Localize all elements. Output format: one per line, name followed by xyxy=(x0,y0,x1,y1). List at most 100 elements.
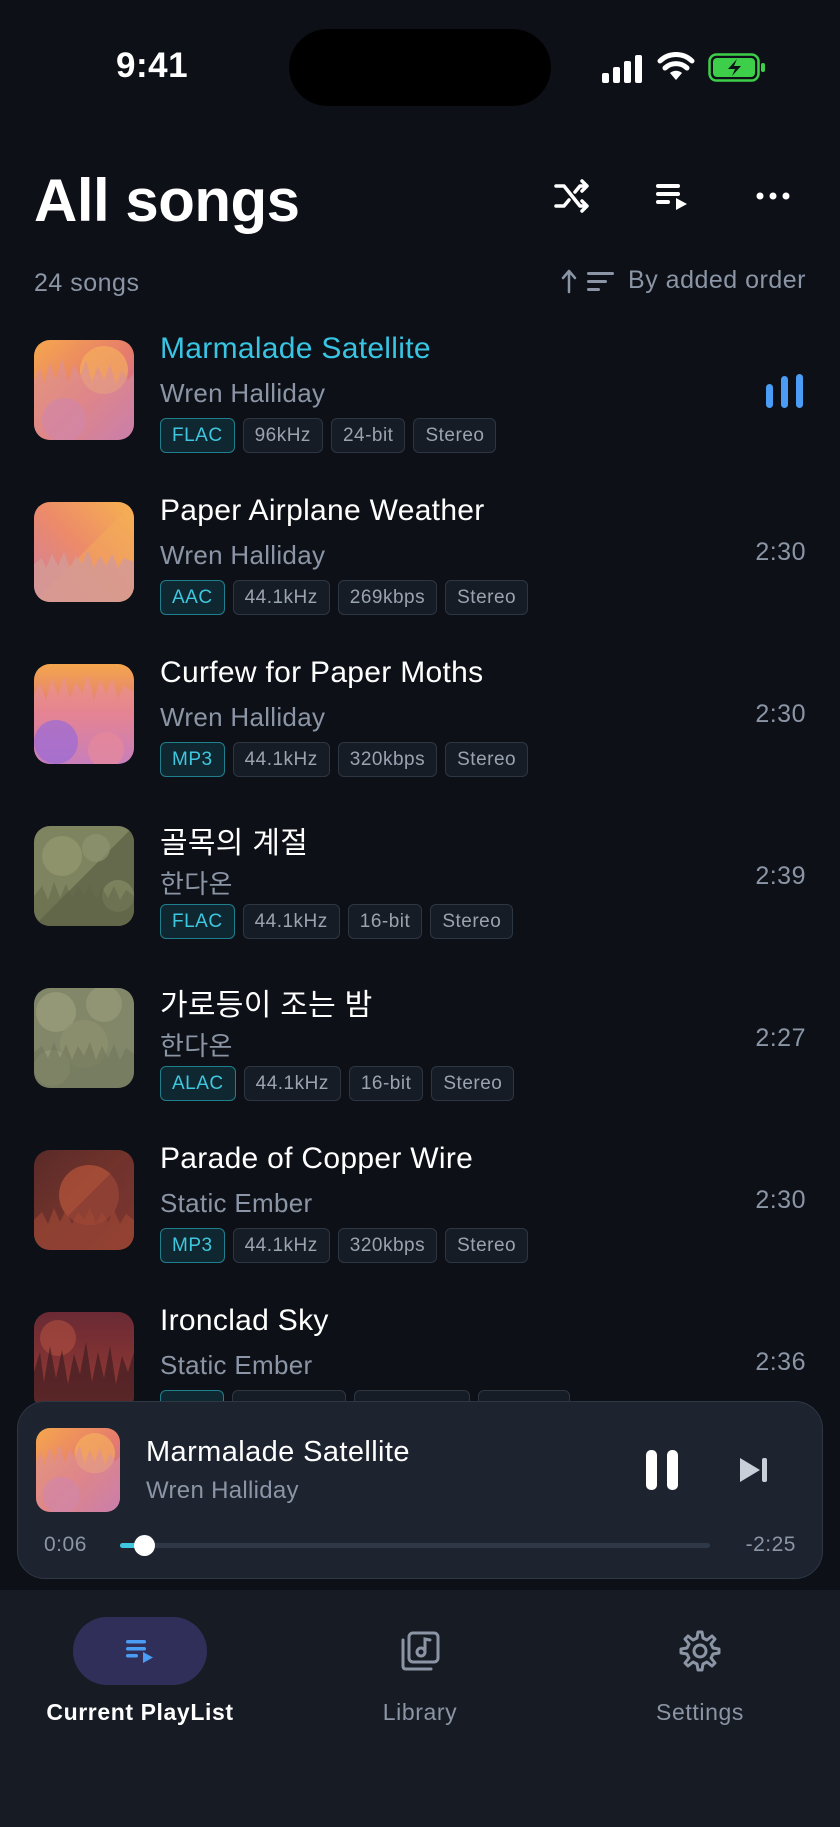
song-title: Curfew for Paper Moths xyxy=(160,656,484,689)
mini-player[interactable]: Marmalade Satellite Wren Halliday 0:06 -… xyxy=(17,1401,823,1579)
album-cover xyxy=(34,826,134,926)
bitrate-badge: 320kbps xyxy=(337,742,438,777)
song-artist: Wren Halliday xyxy=(160,702,326,732)
codec-badge: ALAC xyxy=(160,1066,236,1101)
settings-icon xyxy=(679,1630,721,1672)
format-badges: MP3 44.1kHz 320kbps Stereo xyxy=(160,1228,529,1263)
song-row[interactable]: 골목의 계절 한다온 FLAC 44.1kHz 16-bit Stereo 2:… xyxy=(0,808,840,970)
shuffle-icon xyxy=(554,179,589,213)
song-artist: 한다온 xyxy=(160,1031,233,1061)
song-duration: 2:39 xyxy=(755,862,806,890)
song-title: Paper Airplane Weather xyxy=(160,494,485,527)
format-badges: AAC 44.1kHz 269kbps Stereo xyxy=(160,580,529,615)
cellular-signal-icon xyxy=(602,55,642,83)
album-cover xyxy=(34,1312,134,1402)
song-row[interactable]: Parade of Copper Wire Static Ember MP3 4… xyxy=(0,1132,840,1294)
now-playing-title: Marmalade Satellite xyxy=(146,1436,410,1468)
codec-badge: MP3 xyxy=(160,1228,225,1263)
format-badges: MP3 44.1kHz 320kbps Stereo xyxy=(160,742,529,777)
song-row[interactable]: 가로등이 조는 밤 한다온 ALAC 44.1kHz 16-bit Stereo… xyxy=(0,970,840,1132)
album-cover xyxy=(34,340,134,440)
song-row[interactable]: Curfew for Paper Moths Wren Halliday MP3… xyxy=(0,646,840,808)
sort-button[interactable]: By added order xyxy=(560,266,806,295)
tab-label: Settings xyxy=(656,1699,744,1725)
tab-library[interactable]: Library xyxy=(280,1617,560,1737)
album-cover xyxy=(34,1150,134,1250)
tab-settings[interactable]: Settings xyxy=(560,1617,840,1737)
song-list: Marmalade Satellite Wren Halliday FLAC 9… xyxy=(0,322,840,1402)
song-artist: 한다온 xyxy=(160,869,233,899)
song-duration: 2:30 xyxy=(755,538,806,566)
format-badges: ALAC 44.1kHz 16-bit Stereo xyxy=(160,1066,515,1101)
queue-button[interactable] xyxy=(648,172,696,220)
sort-label: By added order xyxy=(628,266,806,294)
song-title: 가로등이 조는 밤 xyxy=(160,989,373,1022)
tab-bar: Current PlayList Library Settings xyxy=(0,1590,840,1827)
remaining-time: -2:25 xyxy=(745,1533,796,1556)
skip-next-icon[interactable] xyxy=(734,1450,774,1490)
channels-badge: Stereo xyxy=(413,418,497,453)
song-title: Parade of Copper Wire xyxy=(160,1142,474,1175)
album-cover xyxy=(34,664,134,764)
sample-rate-badge: 44.1kHz xyxy=(242,904,340,939)
album-cover xyxy=(34,988,134,1088)
sample-rate-badge: 44.1kHz xyxy=(232,742,330,777)
song-artist: Wren Halliday xyxy=(160,378,326,408)
song-title: 골목의 계절 xyxy=(160,827,309,860)
codec-badge: MP3 xyxy=(160,742,225,777)
sample-rate-badge: 96kHz xyxy=(242,418,323,453)
song-artist: Wren Halliday xyxy=(160,540,326,570)
tab-pill-active xyxy=(73,1617,207,1685)
channels-badge: Stereo xyxy=(445,742,529,777)
tab-label: Library xyxy=(382,1699,458,1725)
progress-thumb[interactable] xyxy=(133,1535,155,1556)
song-row[interactable]: Marmalade Satellite Wren Halliday FLAC 9… xyxy=(0,322,840,484)
song-row[interactable]: Ironclad Sky Static Ember 2:36 xyxy=(0,1294,840,1402)
song-artist: Static Ember xyxy=(160,1350,313,1380)
codec-badge: FLAC xyxy=(160,418,235,453)
bit-depth-badge: 24-bit xyxy=(330,418,406,453)
album-cover xyxy=(34,502,134,602)
tab-label: Current PlayList xyxy=(46,1699,234,1725)
library-icon xyxy=(401,1631,440,1671)
song-duration: 2:36 xyxy=(755,1348,806,1376)
codec-badge: FLAC xyxy=(160,904,235,939)
bit-depth-badge: 16-bit xyxy=(347,904,423,939)
channels-badge: Stereo xyxy=(445,1228,529,1263)
status-time: 9:41 xyxy=(116,46,189,85)
sort-ascending-icon xyxy=(561,269,615,293)
channels-badge: Stereo xyxy=(431,1066,515,1101)
shuffle-button[interactable] xyxy=(548,172,596,220)
format-badges: FLAC 96kHz 24-bit Stereo xyxy=(160,418,497,453)
tab-current-playlist[interactable]: Current PlayList xyxy=(0,1617,280,1737)
bitrate-badge: 269kbps xyxy=(337,580,438,615)
queue-play-icon xyxy=(656,184,687,210)
more-horizontal-icon xyxy=(756,192,790,200)
codec-badge: AAC xyxy=(160,580,225,615)
status-bar: 9:41 xyxy=(0,0,840,140)
battery-charging-icon xyxy=(708,53,765,82)
now-playing-equalizer-icon xyxy=(766,374,803,408)
bit-depth-badge: 16-bit xyxy=(348,1066,424,1101)
page-title: All songs xyxy=(34,167,300,234)
tab-pill xyxy=(633,1617,767,1685)
more-options-button[interactable] xyxy=(749,172,797,220)
song-row[interactable]: Paper Airplane Weather Wren Halliday AAC… xyxy=(0,484,840,646)
song-artist: Static Ember xyxy=(160,1188,313,1218)
sample-rate-badge: 44.1kHz xyxy=(232,1228,330,1263)
song-title: Marmalade Satellite xyxy=(160,332,431,365)
elapsed-time: 0:06 xyxy=(44,1533,87,1556)
now-playing-artist: Wren Halliday xyxy=(146,1477,299,1504)
now-playing-cover xyxy=(36,1428,120,1512)
song-duration: 2:30 xyxy=(755,700,806,728)
wifi-icon xyxy=(657,52,695,80)
song-title: Ironclad Sky xyxy=(160,1304,329,1337)
song-duration: 2:30 xyxy=(755,1186,806,1214)
dynamic-island xyxy=(289,29,551,106)
playlist-icon xyxy=(126,1640,153,1663)
pause-icon[interactable] xyxy=(638,1446,686,1494)
progress-bar[interactable] xyxy=(120,1535,710,1556)
format-badges: FLAC 44.1kHz 16-bit Stereo xyxy=(160,904,514,939)
tab-pill xyxy=(353,1617,487,1685)
sample-rate-badge: 44.1kHz xyxy=(243,1066,341,1101)
